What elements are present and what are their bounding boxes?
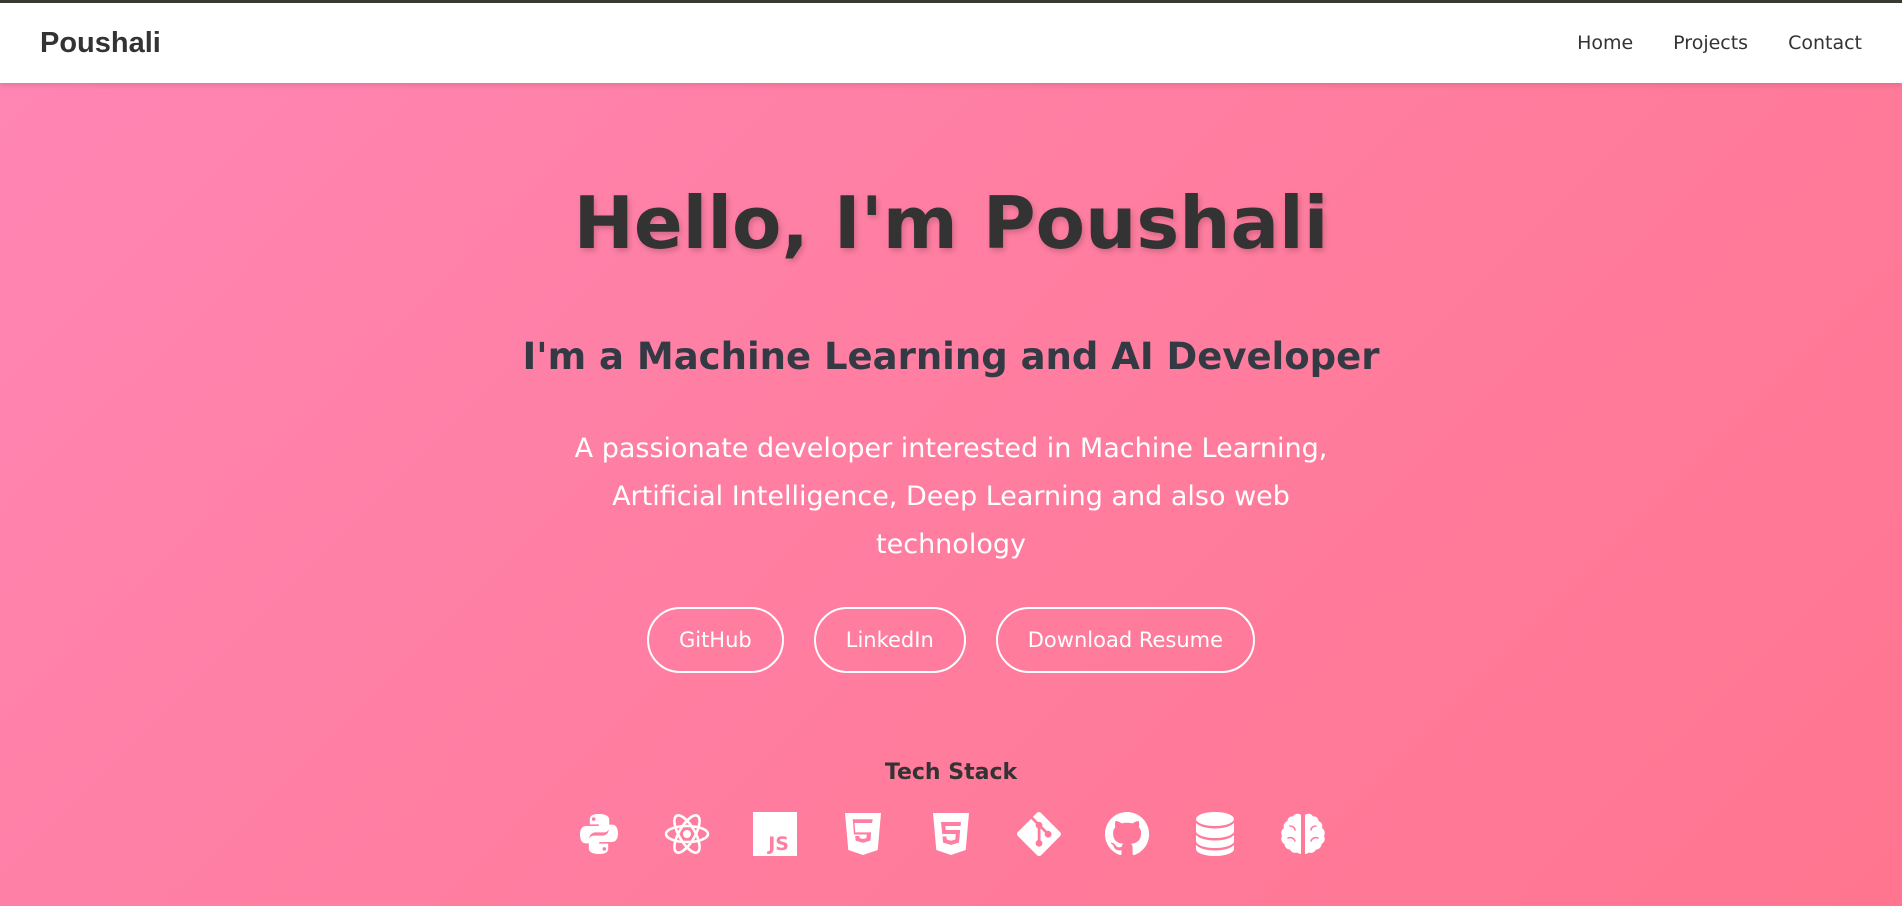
nav-link-contact[interactable]: Contact [1788,32,1862,54]
top-border [0,0,1902,3]
svg-text:JS: JS [766,833,789,855]
tech-stack-icons: JS [0,810,1902,858]
git-icon [1015,810,1063,858]
nav-link-home[interactable]: Home [1577,32,1633,54]
navbar: Poushali Home Projects Contact [0,3,1902,83]
database-icon [1191,810,1239,858]
javascript-icon: JS [751,810,799,858]
hero-subtitle: I'm a Machine Learning and AI Developer [522,335,1380,378]
brain-icon [1279,810,1327,858]
hero-buttons: GitHub LinkedIn Download Resume [0,607,1902,673]
download-resume-button[interactable]: Download Resume [995,607,1256,673]
brand-logo[interactable]: Poushali [40,27,161,60]
hero-description: A passionate developer interested in Mac… [574,433,1328,560]
github-button[interactable]: GitHub [646,607,784,673]
github-icon [1103,810,1151,858]
react-icon [663,810,711,858]
linkedin-button[interactable]: LinkedIn [813,607,966,673]
hero-title: Hello, I'm Poushali [573,181,1329,265]
hero-section: Hello, I'm Poushali I'm a Machine Learni… [0,83,1902,906]
nav-link-projects[interactable]: Projects [1673,32,1748,54]
nav-links: Home Projects Contact [1577,32,1862,54]
python-icon [575,810,623,858]
tech-stack-title: Tech Stack [884,760,1018,785]
css3-icon [927,810,975,858]
html5-icon [839,810,887,858]
